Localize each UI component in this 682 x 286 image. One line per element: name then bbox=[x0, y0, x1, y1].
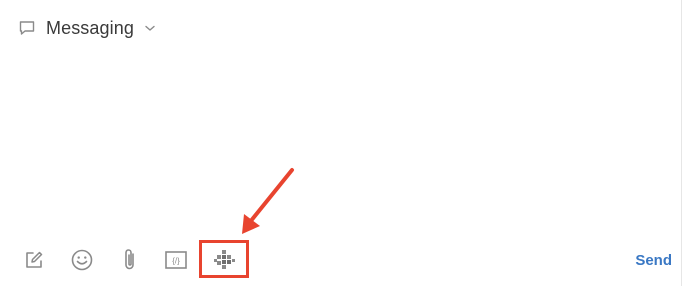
macro-icon[interactable]: {/} bbox=[162, 246, 190, 274]
svg-text:{/}: {/} bbox=[172, 257, 180, 266]
paperclip-icon[interactable] bbox=[116, 246, 144, 274]
channel-title: Messaging bbox=[46, 17, 134, 38]
compose-icon[interactable] bbox=[20, 246, 48, 274]
chevron-down-icon bbox=[144, 22, 156, 34]
message-input-area[interactable] bbox=[18, 52, 658, 222]
messaging-composer: Messaging {/} Send bbox=[0, 0, 682, 286]
composer-toolbar: {/} bbox=[0, 238, 682, 284]
apps-icon[interactable] bbox=[210, 246, 238, 274]
send-button[interactable]: Send bbox=[635, 252, 672, 269]
channel-selector[interactable]: Messaging bbox=[18, 16, 156, 40]
emoji-icon[interactable] bbox=[68, 246, 96, 274]
chat-bubble-icon bbox=[18, 19, 36, 37]
